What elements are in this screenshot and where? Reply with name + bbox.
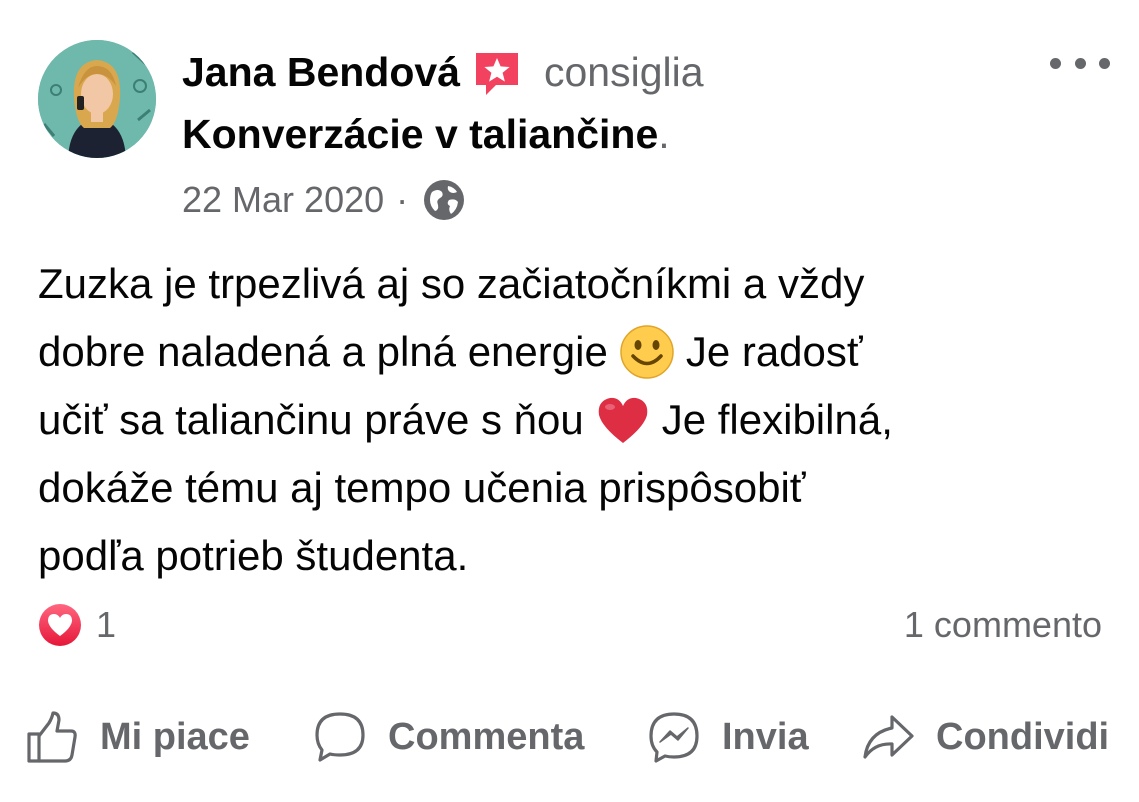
comment-label: Commenta [388, 715, 585, 758]
post-text-segment: Je radosť [685, 328, 863, 375]
dot-icon [1099, 57, 1110, 69]
post-text-line: učiť sa taliančinu práve s ňou Je flexib… [38, 386, 1123, 454]
post-card: Jana Bendová consiglia Konverzácie v tal… [0, 0, 1139, 802]
author-name[interactable]: Jana Bendová [182, 49, 460, 96]
send-button[interactable]: Invia [646, 705, 809, 769]
dot-icon [1050, 57, 1061, 69]
meta-separator: · [396, 179, 409, 220]
page-line: Konverzácie v taliančine . [182, 106, 670, 162]
comment-count[interactable]: 1 commento [904, 601, 1102, 649]
post-text-line: dobre naladená a plná energie Je radosť [38, 318, 1123, 386]
post-text-segment: učiť sa taliančinu práve s ňou [38, 396, 584, 443]
reaction-count: 1 [96, 604, 117, 645]
post-text-segment: Zuzka je trpezlivá aj so začiatočníkmi a… [38, 260, 865, 307]
messenger-icon [646, 709, 702, 765]
comment-button[interactable]: Commenta [312, 705, 584, 769]
post-text-segment: dobre naladená a plná energie [38, 328, 608, 375]
smiley-emoji-icon [618, 323, 676, 381]
more-options-icon[interactable] [1050, 50, 1110, 76]
reactions-summary[interactable]: 1 [38, 601, 116, 649]
love-reaction-icon [38, 603, 82, 647]
post-date[interactable]: 22 Mar 2020 [182, 179, 384, 221]
post-text-line: dokáže tému aj tempo učenia prispôsobiť [38, 454, 1123, 522]
page-trailing-period: . [658, 110, 670, 157]
avatar[interactable] [38, 40, 156, 158]
like-label: Mi piace [100, 715, 250, 758]
page-name[interactable]: Konverzácie v taliančine [182, 111, 658, 158]
thumbs-up-icon [24, 709, 80, 765]
dot-icon [1074, 57, 1086, 69]
recommend-star-icon [472, 49, 522, 99]
author-line: Jana Bendová consiglia [182, 44, 704, 100]
action-bar: Mi piace Commenta Invia Condividi [24, 705, 1124, 769]
share-button[interactable]: Condividi [860, 705, 1109, 769]
send-label: Invia [722, 715, 809, 758]
post-text-segment: dokáže tému aj tempo učenia prispôsobiť [38, 464, 806, 511]
like-button[interactable]: Mi piace [24, 705, 250, 769]
heart-emoji-icon [594, 391, 652, 449]
share-label: Condividi [936, 715, 1110, 758]
recommends-text: consiglia [544, 48, 704, 95]
post-text-line: Zuzka je trpezlivá aj so začiatočníkmi a… [38, 250, 1123, 318]
post-text-segment: podľa potrieb študenta. [38, 532, 469, 579]
post-text-segment: Je flexibilná, [661, 396, 893, 443]
post-text-line: podľa potrieb študenta. [38, 522, 1123, 590]
globe-icon[interactable] [422, 178, 466, 222]
post-meta: 22 Mar 2020 · [182, 175, 466, 225]
share-arrow-icon [860, 709, 916, 765]
comment-bubble-icon [312, 709, 368, 765]
post-text: Zuzka je trpezlivá aj so začiatočníkmi a… [38, 250, 1123, 590]
